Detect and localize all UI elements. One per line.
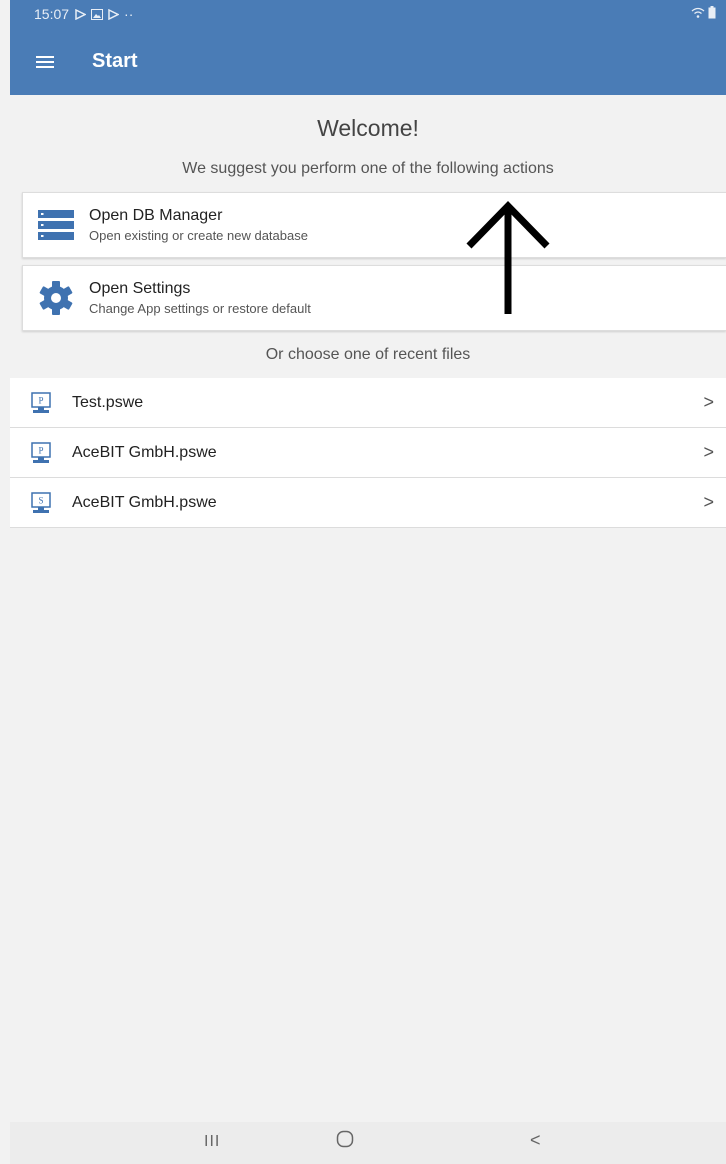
open-settings-card[interactable]: Open Settings Change App settings or res…: [22, 265, 726, 331]
file-icon: P: [10, 391, 72, 414]
db-manager-text: Open DB Manager Open existing or create …: [89, 207, 308, 243]
gear-icon: [23, 280, 89, 316]
file-icon: S: [10, 491, 72, 514]
home-icon: [336, 1130, 354, 1148]
battery-icon: [708, 6, 716, 19]
play-store-icon: [108, 8, 120, 20]
app-bar: Start: [10, 28, 726, 95]
file-badge: P: [38, 445, 43, 455]
gallery-icon: [91, 8, 104, 20]
recent-files-label: Or choose one of recent files: [265, 346, 471, 363]
page-title: Start: [92, 50, 138, 72]
recents-button[interactable]: III: [204, 1133, 220, 1151]
status-right-icons: [691, 6, 716, 19]
welcome-heading: Welcome!: [317, 115, 419, 141]
file-badge: P: [38, 395, 43, 405]
file-icon: P: [10, 441, 72, 464]
list-item[interactable]: P AceBIT GmbH.pswe >: [10, 428, 726, 478]
menu-button[interactable]: [10, 28, 80, 95]
file-name: Test.pswe: [72, 393, 144, 411]
settings-text: Open Settings Change App settings or res…: [89, 280, 311, 316]
system-nav-bar: III <: [10, 1122, 726, 1164]
recent-files-list: P Test.pswe > P AceBIT GmbH.pswe > S Ace…: [10, 378, 726, 528]
welcome-subtitle: We suggest you perform one of the follow…: [182, 160, 554, 177]
file-name: AceBIT GmbH.pswe: [72, 493, 217, 511]
status-bar: 15:07 ··: [10, 0, 726, 28]
chevron-right-icon: >: [703, 442, 714, 462]
status-time: 15:07: [34, 6, 70, 22]
hamburger-icon: [36, 53, 54, 71]
app-screen: 15:07 ·· Start Welcome! We suggest you p…: [10, 0, 726, 1164]
file-badge: S: [38, 495, 43, 505]
chevron-right-icon: >: [703, 392, 714, 412]
open-db-manager-card[interactable]: Open DB Manager Open existing or create …: [22, 192, 726, 258]
back-button[interactable]: <: [530, 1130, 541, 1151]
settings-title: Open Settings: [89, 280, 191, 297]
play-store-icon: [75, 8, 87, 20]
list-item[interactable]: P Test.pswe >: [10, 378, 726, 428]
home-button[interactable]: [336, 1130, 354, 1154]
more-notifications: ··: [124, 6, 134, 22]
list-item[interactable]: S AceBIT GmbH.pswe >: [10, 478, 726, 528]
db-manager-title: Open DB Manager: [89, 207, 223, 224]
settings-subtitle: Change App settings or restore default: [89, 301, 311, 316]
wifi-icon: [691, 7, 705, 18]
notification-icons: ··: [75, 6, 133, 22]
db-manager-subtitle: Open existing or create new database: [89, 228, 308, 243]
database-icon: [23, 210, 89, 240]
file-name: AceBIT GmbH.pswe: [72, 443, 217, 461]
chevron-right-icon: >: [703, 492, 714, 512]
